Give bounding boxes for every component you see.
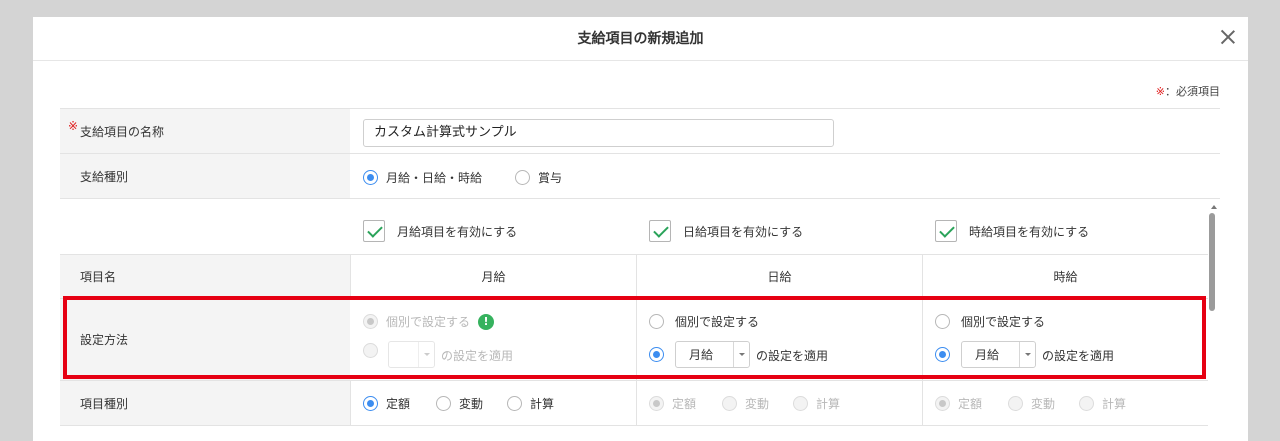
payment-type-label-cell: 支給種別 <box>60 154 350 198</box>
payment-type-option-bonus[interactable]: 賞与 <box>515 169 562 186</box>
radio-disabled <box>363 343 378 358</box>
radio[interactable] <box>507 396 522 411</box>
checkbox-checked[interactable] <box>935 220 957 242</box>
setting-method-label-cell: 設定方法 <box>60 299 350 380</box>
payment-type-row: 支給種別 月給・日給・時給 賞与 <box>60 154 1220 199</box>
hourly-kind-calc: 計算 <box>1079 395 1126 412</box>
radio[interactable] <box>935 314 950 329</box>
checkbox-label: 月給項目を有効にする <box>397 224 518 239</box>
option-label: 個別で設定する <box>961 315 1046 329</box>
checkbox-label: 日給項目を有効にする <box>683 224 804 239</box>
daily-individual-option[interactable]: 個別で設定する <box>649 313 759 330</box>
monthly-column-header: 月給 <box>350 255 636 299</box>
radio-disabled-selected <box>649 396 664 411</box>
info-alert-icon: ! <box>478 313 495 330</box>
hourly-apply-suffix: の設定を適用 <box>1042 349 1115 363</box>
chevron-down-icon <box>733 342 749 367</box>
daily-column-header: 日給 <box>636 255 922 299</box>
name-row: ※ 支給項目の名称 カスタム計算式サンプル <box>60 108 1220 154</box>
checkbox-checked[interactable] <box>649 220 671 242</box>
hourly-kind-variable: 変動 <box>1008 395 1055 412</box>
radio-selected[interactable] <box>649 347 664 362</box>
add-payment-item-dialog: 支給項目の新規追加 ※：必須項目 ※ 支給項目の名称 カスタム計算式サンプル 支… <box>33 17 1248 441</box>
radio-disabled <box>722 396 737 411</box>
column-divider <box>636 381 637 426</box>
item-name-input[interactable]: カスタム計算式サンプル <box>363 119 834 147</box>
enable-monthly-checkbox[interactable]: 月給項目を有効にする <box>363 220 517 242</box>
column-header-row: 項目名 月給 日給 時給 <box>60 254 1208 299</box>
daily-kind-variable: 変動 <box>722 395 769 412</box>
item-name-header: 項目名 <box>60 255 350 298</box>
column-divider <box>922 381 923 426</box>
checkbox-checked[interactable] <box>363 220 385 242</box>
payment-type-option-regular[interactable]: 月給・日給・時給 <box>363 169 482 186</box>
scrollbar-thumb[interactable] <box>1209 213 1215 311</box>
required-mark: ※ <box>68 119 79 133</box>
required-note: ※：必須項目 <box>1156 83 1220 99</box>
chevron-down-icon <box>418 342 434 367</box>
option-label: 個別で設定する <box>386 315 471 329</box>
name-label-cell: ※ 支給項目の名称 <box>60 109 350 153</box>
payment-type-label: 支給種別 <box>80 169 129 184</box>
radio-disabled <box>1008 396 1023 411</box>
radio-selected[interactable] <box>363 170 378 185</box>
hourly-kind-fixed: 定額 <box>935 395 982 412</box>
enable-hourly-checkbox[interactable]: 時給項目を有効にする <box>935 220 1089 242</box>
radio-selected[interactable] <box>935 347 950 362</box>
monthly-apply-option <box>363 343 378 358</box>
item-kind-row: 項目種別 定額 変動 計算 定額 変動 計算 定額 変動 計算 <box>60 381 1208 426</box>
monthly-apply-suffix: の設定を適用 <box>441 349 514 363</box>
hourly-column-header: 時給 <box>922 255 1208 299</box>
checkbox-label: 時給項目を有効にする <box>969 224 1090 239</box>
daily-kind-calc: 計算 <box>793 395 840 412</box>
radio-selected[interactable] <box>363 396 378 411</box>
chevron-down-icon <box>1019 342 1035 367</box>
monthly-individual-option: 個別で設定する ! <box>363 313 495 330</box>
enable-daily-checkbox[interactable]: 日給項目を有効にする <box>649 220 803 242</box>
radio-disabled-selected <box>363 314 378 329</box>
column-divider <box>636 299 637 381</box>
monthly-kind-variable[interactable]: 変動 <box>436 395 483 412</box>
scroll-up-arrow-icon[interactable] <box>1211 205 1217 209</box>
monthly-kind-calc[interactable]: 計算 <box>507 395 554 412</box>
monthly-apply-source-select <box>388 341 435 368</box>
column-divider <box>922 299 923 381</box>
setting-method-label: 設定方法 <box>80 333 129 347</box>
radio-disabled-selected <box>935 396 950 411</box>
option-label: 個別で設定する <box>675 315 760 329</box>
item-kind-label: 項目種別 <box>80 396 129 411</box>
radio[interactable] <box>436 396 451 411</box>
option-label: 月給・日給・時給 <box>386 171 483 185</box>
dialog-title: 支給項目の新規追加 <box>33 17 1248 61</box>
radio[interactable] <box>515 170 530 185</box>
daily-apply-option[interactable] <box>649 347 664 362</box>
radio-disabled <box>793 396 808 411</box>
item-kind-label-cell: 項目種別 <box>60 381 350 425</box>
option-label: 賞与 <box>538 171 563 185</box>
setting-method-row: 設定方法 個別で設定する ! の設定を適用 個別で設定する 月給 の設定を適用 … <box>60 299 1208 381</box>
hourly-apply-option[interactable] <box>935 347 950 362</box>
hourly-individual-option[interactable]: 個別で設定する <box>935 313 1045 330</box>
daily-apply-source-select[interactable]: 月給 <box>675 341 750 368</box>
name-label: 支給項目の名称 <box>80 124 165 139</box>
hourly-apply-source-select[interactable]: 月給 <box>961 341 1036 368</box>
close-icon[interactable] <box>1220 29 1236 45</box>
required-mark: ※ <box>1155 85 1165 98</box>
column-divider <box>350 381 351 426</box>
required-note-text: ：必須項目 <box>1165 85 1220 98</box>
daily-kind-fixed: 定額 <box>649 395 696 412</box>
daily-apply-suffix: の設定を適用 <box>756 349 829 363</box>
monthly-kind-fixed[interactable]: 定額 <box>363 395 410 412</box>
radio-disabled <box>1079 396 1094 411</box>
radio[interactable] <box>649 314 664 329</box>
